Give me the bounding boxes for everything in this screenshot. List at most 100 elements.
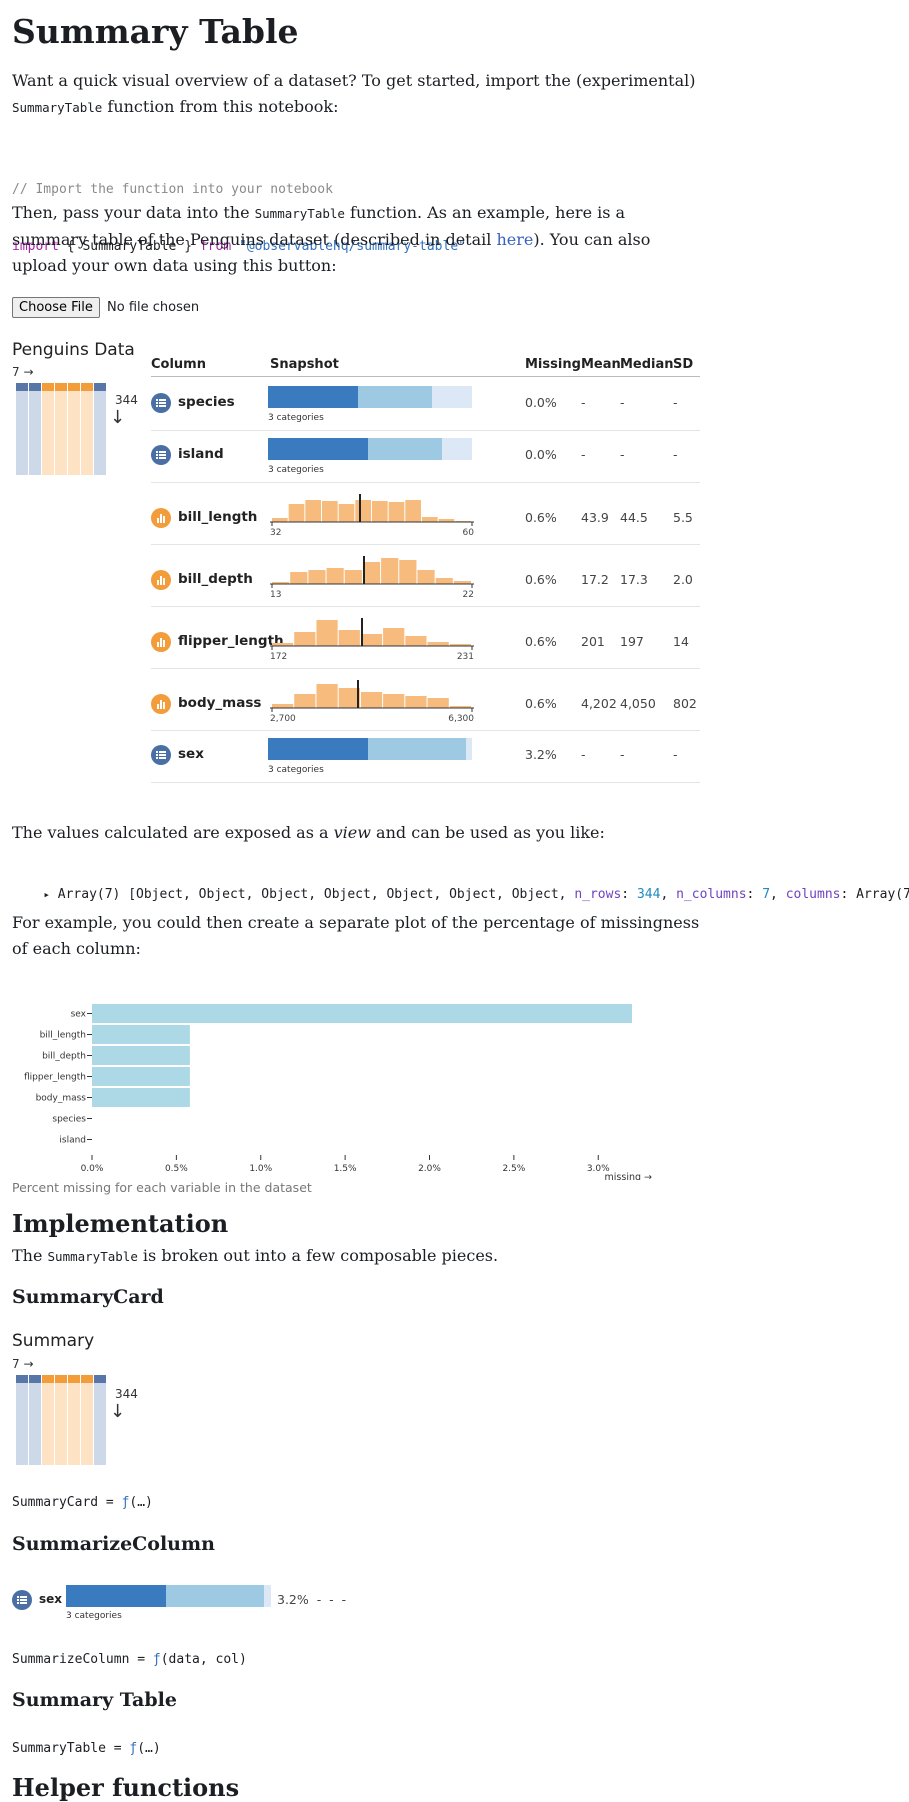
summary-card-cols: 7 → [12, 1357, 34, 1371]
card-col-body [29, 1383, 41, 1465]
cell-sd: - [673, 395, 678, 410]
cell-median: 197 [620, 634, 644, 649]
x-axis-label: missing → [605, 1172, 653, 1180]
numeric-icon [151, 694, 171, 714]
example-text-2: of each column: [12, 939, 141, 958]
y-tick-label: bill_depth [42, 1052, 86, 1062]
category-count-label: 3 categories [268, 465, 324, 475]
cell-mean: 201 [581, 634, 605, 649]
header-sd: SD [673, 357, 694, 372]
cell-mean: - [581, 395, 586, 410]
cell-median: 44.5 [620, 510, 648, 525]
x-tick-label: 2.5% [502, 1164, 525, 1174]
pass-text: Then, pass your data into the [12, 203, 255, 222]
cell-median: - [620, 395, 625, 410]
summarize-col-note: 3 categories [66, 1611, 122, 1621]
code-comment: // Import the function into your noteboo… [12, 182, 333, 197]
histogram-bar [383, 694, 405, 708]
choose-file-button[interactable]: Choose File [12, 297, 100, 318]
card-col-body [55, 1383, 67, 1465]
header-mean: Mean [581, 357, 621, 372]
missing-bar [92, 1025, 190, 1044]
card-col-header [16, 1375, 28, 1383]
histogram-bar [338, 688, 360, 708]
histogram-bar [272, 518, 288, 522]
snapshot-chart: 3 categories [268, 386, 472, 423]
histogram-bar [338, 504, 355, 522]
pass-text-b: function. As an example, here is a [344, 203, 626, 222]
impl-code: SummaryTable [47, 1249, 138, 1264]
x-tick-label: 1.5% [334, 1164, 357, 1174]
cell-missing: 0.6% [525, 696, 557, 711]
sc-code-b: (…) [129, 1495, 153, 1510]
implementation-desc: The SummaryTable is broken out into a fe… [12, 1243, 498, 1270]
card-col-header [94, 383, 106, 391]
histogram-bar [427, 642, 449, 646]
card-col-header [42, 1375, 54, 1383]
histogram-bar [308, 570, 326, 584]
histogram-bar [399, 560, 417, 584]
sc-code-a: SummaryCard = [12, 1495, 122, 1510]
missing-bar [92, 1067, 190, 1086]
cell-missing: 0.0% [525, 395, 557, 410]
penguins-card-grid [16, 383, 106, 475]
histogram-bar [316, 684, 338, 708]
y-tick-label: flipper_length [24, 1073, 86, 1083]
histogram-bar [316, 620, 338, 646]
x-tick-label: 1.0% [249, 1164, 272, 1174]
implementation-heading: Implementation [12, 1209, 229, 1238]
inspector-val-rows: 344 [636, 887, 661, 902]
category-icon [151, 445, 171, 465]
snapshot-chart: 13 22 [270, 556, 474, 600]
snapshot-chart: 3 categories [268, 738, 472, 775]
chart-caption: Percent missing for each variable in the… [12, 1180, 312, 1195]
category-icon [12, 1590, 32, 1610]
summarizecolumn-heading: SummarizeColumn [12, 1533, 215, 1555]
card-col-body [94, 391, 106, 475]
x-tick-label: 0.5% [165, 1164, 188, 1174]
category-bar-segment [268, 438, 368, 460]
cell-missing: 3.2% [525, 747, 557, 762]
file-input[interactable]: Choose File No file chosen [12, 297, 199, 318]
card-col-body [16, 391, 28, 475]
pass-data-paragraph: Then, pass your data into the SummaryTab… [12, 200, 732, 279]
missing-bar [92, 1004, 632, 1023]
category-bar-segment [268, 386, 358, 408]
example-paragraph: For example, you could then create a sep… [12, 910, 712, 962]
axis-max-label: 231 [457, 652, 474, 662]
cell-mean: 43.9 [581, 510, 609, 525]
category-count-label: 3 categories [268, 413, 324, 423]
x-tick-label: 0.0% [81, 1164, 104, 1174]
histogram-bar [405, 636, 427, 646]
column-name: body_mass [178, 695, 262, 711]
histogram-bar [360, 634, 383, 646]
axis-max-label: 22 [463, 590, 474, 600]
header-median: Median [620, 357, 674, 372]
histogram-bar [372, 501, 388, 522]
impl-text: The [12, 1246, 48, 1265]
header-column: Column [151, 357, 206, 372]
column-name: island [178, 446, 224, 462]
histogram-bar [272, 704, 294, 708]
cell-median: - [620, 447, 625, 462]
cell-missing: 0.0% [525, 447, 557, 462]
cell-mean: 17.2 [581, 572, 609, 587]
here-link[interactable]: here [496, 230, 533, 249]
snapshot-chart: 3 categories [268, 438, 472, 475]
numeric-icon [151, 570, 171, 590]
pass-code: SummaryTable [254, 206, 345, 221]
expand-toggle-icon[interactable]: ▸ [43, 888, 50, 901]
cell-sd: 2.0 [673, 572, 693, 587]
axis-max-label: 60 [463, 528, 475, 538]
missing-bar [92, 1046, 190, 1065]
histogram-bar [435, 578, 453, 584]
column-name: bill_depth [178, 571, 253, 587]
card-col-header [42, 383, 54, 391]
histogram-bar [305, 500, 321, 522]
down-arrow-icon-2: ↓ [110, 1401, 126, 1422]
inspector-head: Array(7) [Object, Object, Object, Object… [57, 887, 575, 902]
cell-sd: 14 [673, 634, 689, 649]
card-col-body [55, 391, 67, 475]
szc-code-b: (data, col) [160, 1652, 247, 1667]
page-title: Summary Table [12, 12, 299, 51]
